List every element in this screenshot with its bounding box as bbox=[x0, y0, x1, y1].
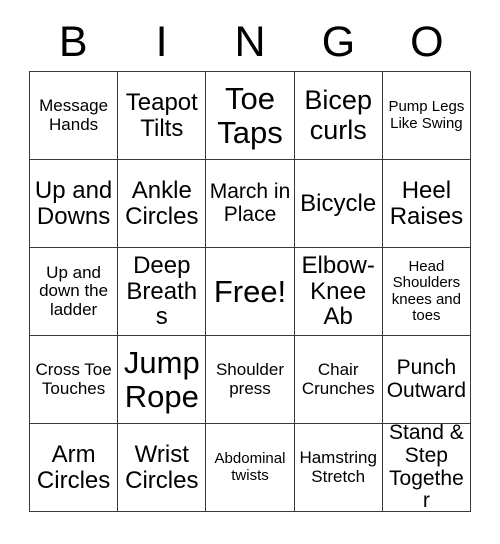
bingo-cell[interactable]: Chair Crunches bbox=[294, 336, 383, 424]
bingo-cell-label: Abdominal twists bbox=[214, 450, 286, 484]
bingo-cell[interactable]: Elbow-Knee Ab bbox=[294, 248, 383, 336]
bingo-cell[interactable]: Abdominal twists bbox=[206, 424, 295, 512]
bingo-cell[interactable]: Message Hands bbox=[30, 72, 119, 160]
bingo-cell[interactable]: Cross Toe Touches bbox=[30, 336, 119, 424]
bingo-card: B I N G O Message Hands Teapot Tilts Toe… bbox=[0, 0, 500, 544]
bingo-cell[interactable]: Shoulder press bbox=[206, 336, 295, 424]
bingo-cell-label: Chair Crunches bbox=[301, 360, 375, 398]
bingo-cell[interactable]: Up and down the ladder bbox=[30, 248, 119, 336]
bingo-cell[interactable]: Heel Raises bbox=[382, 160, 471, 248]
bingo-cell[interactable]: Stand & Step Together bbox=[382, 424, 471, 512]
bingo-cell-label: Hamstring Stretch bbox=[299, 448, 377, 486]
bingo-cell[interactable]: Bicep curls bbox=[294, 72, 383, 160]
header-letter-o: O bbox=[410, 18, 444, 66]
bingo-cell[interactable]: Up and Downs bbox=[30, 160, 119, 248]
bingo-cell-label: Shoulder press bbox=[215, 360, 285, 398]
bingo-grid: Message Hands Teapot Tilts Toe Taps Bice… bbox=[29, 71, 471, 512]
bingo-cell-label: Up and down the ladder bbox=[39, 262, 109, 319]
header-letter-b: B bbox=[58, 18, 88, 66]
bingo-cell-label: Toe Taps bbox=[217, 81, 283, 150]
bingo-cell-label: Jump Rope bbox=[123, 345, 200, 414]
bingo-cell-label: Bicycle bbox=[300, 189, 377, 217]
bingo-cell-label: Elbow-Knee Ab bbox=[301, 251, 375, 331]
bingo-cell-label: Stand & Step Together bbox=[389, 424, 464, 512]
bingo-cell[interactable]: Arm Circles bbox=[30, 424, 119, 512]
bingo-cell-label: March in Place bbox=[209, 179, 291, 226]
bingo-cell[interactable]: Toe Taps bbox=[206, 72, 295, 160]
bingo-cell[interactable]: Jump Rope bbox=[118, 336, 207, 424]
bingo-cell-label: Teapot Tilts bbox=[125, 88, 198, 142]
bingo-cell[interactable]: March in Place bbox=[206, 160, 295, 248]
bingo-cell[interactable]: Deep Breaths bbox=[118, 248, 207, 336]
bingo-cell[interactable]: Ankle Circles bbox=[118, 160, 207, 248]
bingo-cell[interactable]: Hamstring Stretch bbox=[294, 424, 383, 512]
bingo-cell[interactable]: Pump Legs Like Swing bbox=[382, 72, 471, 160]
bingo-cell-label: Free! bbox=[213, 273, 287, 309]
bingo-cell[interactable]: Teapot Tilts bbox=[118, 72, 207, 160]
bingo-cell-label: Wrist Circles bbox=[125, 440, 199, 494]
bingo-cell[interactable]: Head Shoulders knees and toes bbox=[382, 248, 471, 336]
bingo-cell-label: Up and Downs bbox=[34, 176, 113, 230]
bingo-cell-label: Ankle Circles bbox=[125, 176, 199, 230]
bingo-cell-label: Bicep curls bbox=[304, 85, 372, 145]
header-letter-n: N bbox=[234, 18, 266, 66]
bingo-cell[interactable]: Punch Outward bbox=[382, 336, 471, 424]
bingo-cell-label: Punch Outward bbox=[386, 355, 467, 402]
bingo-cell-free[interactable]: Free! bbox=[206, 248, 295, 336]
bingo-cell-label: Pump Legs Like Swing bbox=[388, 98, 465, 132]
bingo-cell-label: Head Shoulders knees and toes bbox=[391, 258, 461, 324]
header-letter-i: I bbox=[155, 18, 168, 66]
bingo-cell-label: Arm Circles bbox=[36, 440, 111, 494]
bingo-cell-label: Cross Toe Touches bbox=[35, 360, 112, 398]
bingo-cell-label: Message Hands bbox=[39, 96, 109, 134]
bingo-header: B I N G O bbox=[29, 14, 471, 71]
bingo-cell[interactable]: Wrist Circles bbox=[118, 424, 207, 512]
bingo-cell-label: Heel Raises bbox=[389, 176, 464, 230]
bingo-cell-label: Deep Breaths bbox=[126, 251, 198, 331]
bingo-cell[interactable]: Bicycle bbox=[294, 160, 383, 248]
header-letter-g: G bbox=[321, 18, 356, 66]
